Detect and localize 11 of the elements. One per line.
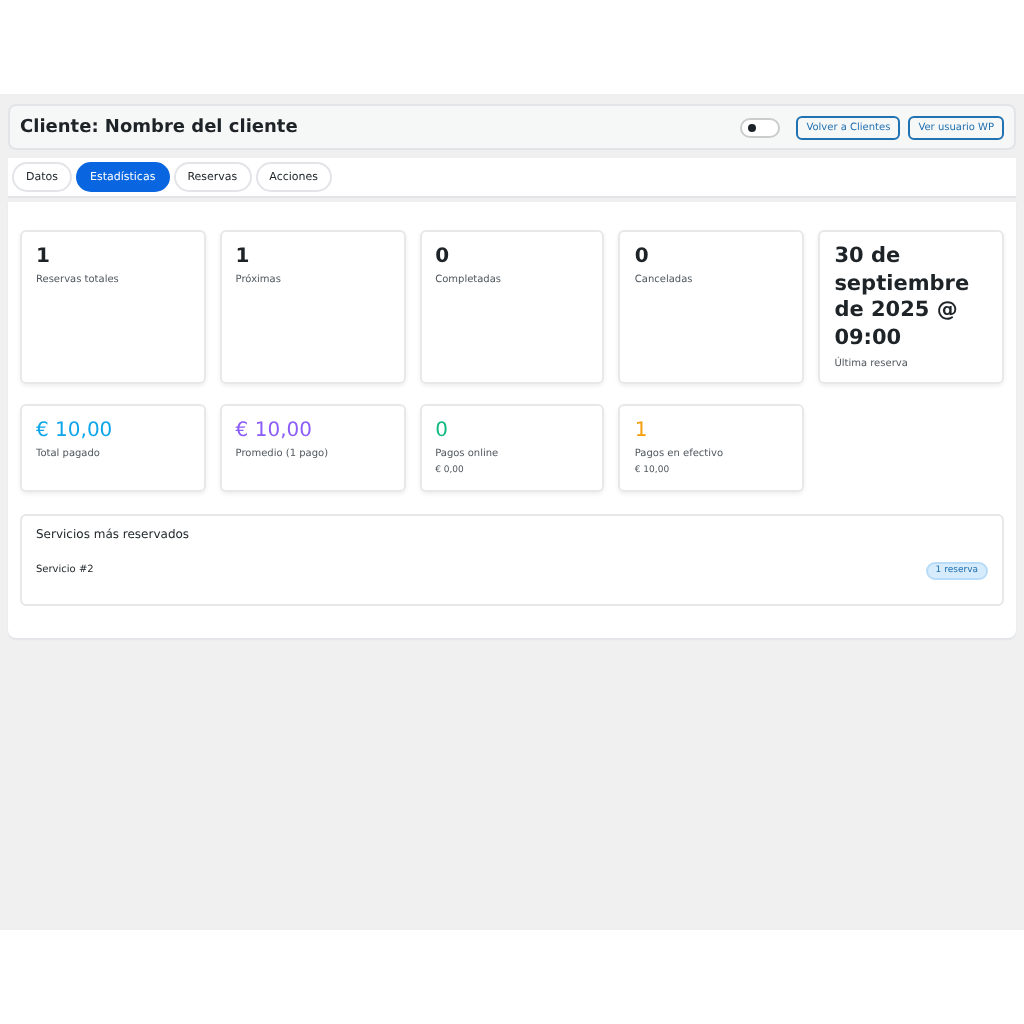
stat-value: 0	[634, 244, 651, 270]
stat-value: 0	[435, 417, 450, 444]
stat-value: 1	[235, 244, 252, 270]
toggle-switch[interactable]	[740, 117, 781, 137]
page-title: Cliente: Nombre del cliente	[20, 117, 300, 137]
stat-value: 30 de septiembre de 2025 @ 09:00	[834, 244, 972, 354]
stat-value: 1	[634, 417, 650, 444]
stat-value: 0	[435, 244, 452, 270]
stat-value: 1	[36, 244, 52, 270]
stat-value: € 10,00	[36, 417, 115, 444]
stat-value: € 10,00	[235, 417, 314, 444]
